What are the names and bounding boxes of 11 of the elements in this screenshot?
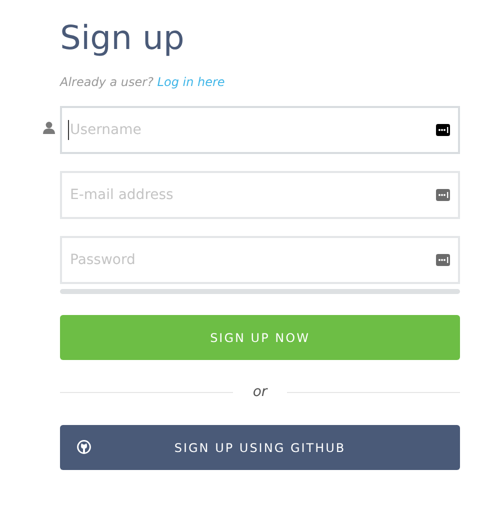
login-link[interactable]: Log in here — [157, 75, 225, 89]
sign-up-button[interactable]: SIGN UP NOW — [60, 315, 460, 360]
text-field[interactable]: Password — [60, 236, 460, 284]
text-field[interactable]: E-mail address — [60, 171, 460, 219]
text-field[interactable]: Username — [60, 106, 460, 154]
page-title: Sign up — [60, 17, 186, 59]
github-icon — [77, 440, 91, 454]
github-sign-up-button[interactable]: SIGN UP USING GITHUB — [60, 425, 460, 470]
login-prompt: Already a user? Log in here — [60, 74, 226, 91]
password-manager-icon[interactable] — [436, 124, 450, 136]
or-divider-text: or — [252, 383, 269, 402]
